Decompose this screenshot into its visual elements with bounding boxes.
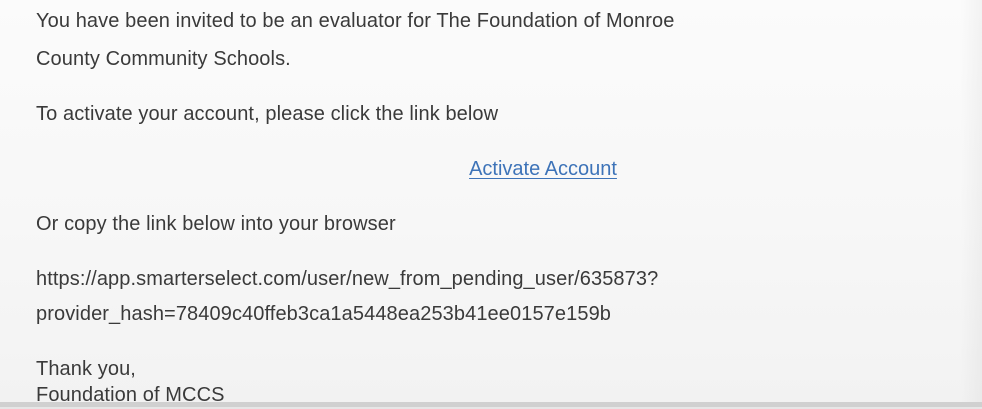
activation-url-line-1[interactable]: https://app.smarterselect.com/user/new_f… [36, 265, 658, 293]
page-edge-shadow [960, 0, 982, 407]
activation-url-line-2[interactable]: provider_hash=78409c40ffeb3ca1a5448ea253… [36, 300, 611, 328]
intro-text-line-2: County Community Schools. [36, 48, 291, 70]
page-bottom-border [0, 402, 982, 407]
signoff-text: Thank you, [36, 358, 136, 380]
intro-text-line-1: You have been invited to be an evaluator… [36, 10, 675, 32]
copy-link-instructions: Or copy the link below into your browser [36, 213, 396, 235]
email-body: You have been invited to be an evaluator… [0, 0, 982, 407]
activate-link-row: Activate Account [0, 155, 982, 183]
activate-instructions: To activate your account, please click t… [36, 103, 499, 125]
activate-account-link[interactable]: Activate Account [469, 158, 617, 180]
